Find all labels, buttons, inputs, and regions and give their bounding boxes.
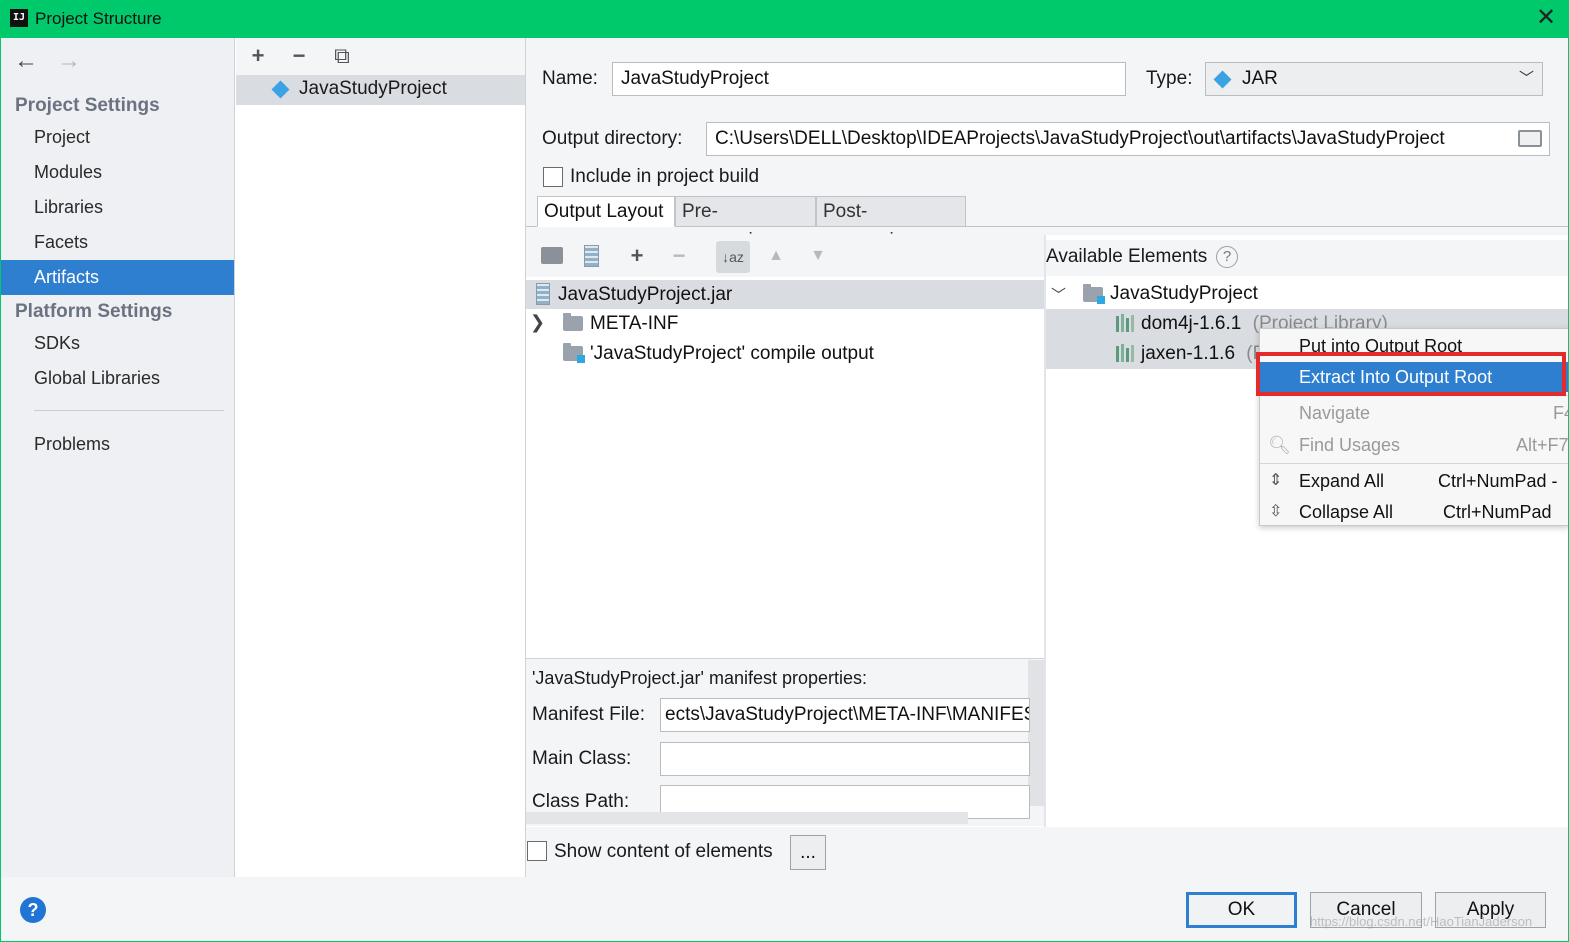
tree-item-jar-label: JavaStudyProject.jar (558, 284, 733, 305)
move-up-icon[interactable]: ▲ (763, 243, 789, 269)
sort-elements-icon[interactable]: ↓az (716, 241, 750, 273)
library-icon (1116, 344, 1134, 362)
sidebar-item-project[interactable]: Project (0, 120, 234, 155)
add-icon[interactable]: + (245, 43, 271, 69)
library-name: jaxen-1.1.6 (1141, 343, 1236, 364)
expand-all-icon: ⇕ (1269, 472, 1283, 489)
create-archive-icon[interactable] (584, 245, 599, 267)
sidebar-item-modules[interactable]: Modules (0, 155, 234, 190)
sidebar-item-facets[interactable]: Facets (0, 225, 234, 260)
menu-item-collapse-all[interactable]: ⇳ Collapse All Ctrl+NumPad (1260, 497, 1568, 525)
ok-button[interactable]: OK (1186, 892, 1297, 928)
jar-archive-icon (536, 283, 550, 305)
back-arrow-icon[interactable]: ← (14, 47, 38, 75)
manifest-horizontal-scrollbar[interactable] (526, 812, 968, 824)
menu-item-put-into-output-root[interactable]: Put into Output Root (1260, 331, 1568, 361)
add-copy-of-icon[interactable]: + (624, 243, 650, 269)
tree-item-jar[interactable]: JavaStudyProject.jar (526, 280, 1044, 309)
sidebar-item-global-libraries[interactable]: Global Libraries (0, 361, 234, 396)
sidebar-item-problems[interactable]: Problems (0, 427, 234, 462)
sidebar-item-sdks[interactable]: SDKs (0, 326, 234, 361)
project-settings-heading: Project Settings (15, 95, 160, 116)
menu-separator (1260, 395, 1568, 396)
output-directory-field[interactable]: C:\Users\DELL\Desktop\IDEAProjects\JavaS… (706, 122, 1550, 156)
available-elements-title: Available Elements (1046, 246, 1208, 267)
sidebar-divider (34, 410, 224, 411)
show-content-checkbox[interactable] (527, 841, 547, 861)
manifest-header: 'JavaStudyProject.jar' manifest properti… (532, 668, 868, 688)
name-label: Name: (542, 68, 598, 89)
tab-pre-processing[interactable]: Pre-processing (675, 196, 816, 251)
main-class-label: Main Class: (532, 748, 632, 769)
manifest-file-label: Manifest File: (532, 704, 645, 725)
output-directory-label: Output directory: (542, 128, 683, 149)
menu-separator (1260, 463, 1568, 464)
remove-element-icon[interactable]: − (666, 243, 692, 269)
copy-icon[interactable]: ⧉ (329, 43, 355, 69)
tab-post-processing[interactable]: Post-processing (816, 196, 966, 251)
library-icon (1116, 314, 1134, 332)
include-in-build-label: Include in project build (570, 166, 760, 187)
tab-output-layout[interactable]: Output Layout (537, 196, 675, 227)
available-root-item[interactable]: JavaStudyProject (1110, 279, 1258, 309)
type-dropdown-value: JAR (1242, 68, 1278, 89)
watermark-text: https://blog.csdn.net/HaoTianJaderson (1310, 914, 1533, 929)
new-directory-icon[interactable] (541, 247, 563, 264)
remove-icon[interactable]: − (286, 43, 312, 69)
window-title: Project Structure (35, 9, 162, 28)
browse-folder-icon[interactable] (1518, 130, 1542, 147)
folder-icon (563, 313, 583, 331)
main-class-field[interactable] (660, 742, 1030, 776)
artifact-list-item[interactable]: JavaStudyProject (236, 75, 525, 105)
help-button[interactable]: ? (20, 897, 46, 923)
move-down-icon[interactable]: ▼ (805, 243, 831, 269)
close-window-button[interactable]: ✕ (1533, 5, 1559, 31)
title-bar (0, 0, 1569, 38)
manifest-file-field[interactable]: ects\JavaStudyProject\META-INF\MANIFEST.… (660, 698, 1030, 732)
type-dropdown[interactable]: JAR ﹀ (1205, 62, 1543, 96)
chevron-right-icon[interactable]: ❯ (530, 312, 545, 333)
context-menu: Put into Output Root Extract Into Output… (1259, 328, 1569, 526)
collapse-all-icon: ⇳ (1269, 503, 1283, 520)
search-icon: 🔍︎ (1268, 435, 1291, 455)
manifest-scrollbar[interactable] (1028, 660, 1044, 806)
menu-item-extract-into-output-root[interactable]: Extract Into Output Root (1260, 362, 1568, 392)
help-circle-icon[interactable]: ? (1216, 246, 1238, 268)
tree-item-meta-inf[interactable]: META-INF (590, 309, 678, 339)
jar-type-icon (1213, 70, 1232, 89)
menu-item-expand-all[interactable]: ⇕ Expand All Ctrl+NumPad - (1260, 466, 1568, 496)
class-path-label: Class Path: (532, 791, 630, 812)
library-item-jaxen[interactable]: jaxen-1.1.6 (P (1141, 339, 1265, 369)
artifact-list-panel (236, 38, 526, 877)
include-in-build-checkbox[interactable] (543, 167, 563, 187)
type-label: Type: (1146, 68, 1193, 89)
sidebar-item-libraries[interactable]: Libraries (0, 190, 234, 225)
platform-settings-heading: Platform Settings (15, 301, 173, 322)
menu-item-navigate[interactable]: NavigateF4 (1260, 398, 1568, 428)
show-content-browse-button[interactable]: ... (790, 835, 826, 870)
module-folder-icon (1083, 284, 1105, 304)
intellij-app-icon: IJ (10, 9, 28, 27)
compile-output-icon (563, 343, 585, 363)
forward-arrow-icon[interactable]: → (57, 47, 81, 75)
show-content-label: Show content of elements (554, 841, 773, 862)
chevron-down-icon: ﹀ (1518, 70, 1534, 87)
tree-item-compile-output[interactable]: 'JavaStudyProject' compile output (590, 339, 874, 369)
artifact-icon (271, 80, 290, 99)
artifact-list-item-label: JavaStudyProject (299, 78, 447, 99)
library-name: dom4j-1.6.1 (1141, 313, 1242, 334)
artifact-list-toolbar (236, 38, 525, 75)
sidebar-item-artifacts[interactable]: Artifacts (0, 260, 234, 295)
menu-item-find-usages[interactable]: 🔍︎ Find Usages Alt+F7 (1260, 430, 1568, 460)
name-field[interactable]: JavaStudyProject (612, 62, 1126, 96)
chevron-down-icon[interactable]: ﹀ (1051, 284, 1066, 305)
